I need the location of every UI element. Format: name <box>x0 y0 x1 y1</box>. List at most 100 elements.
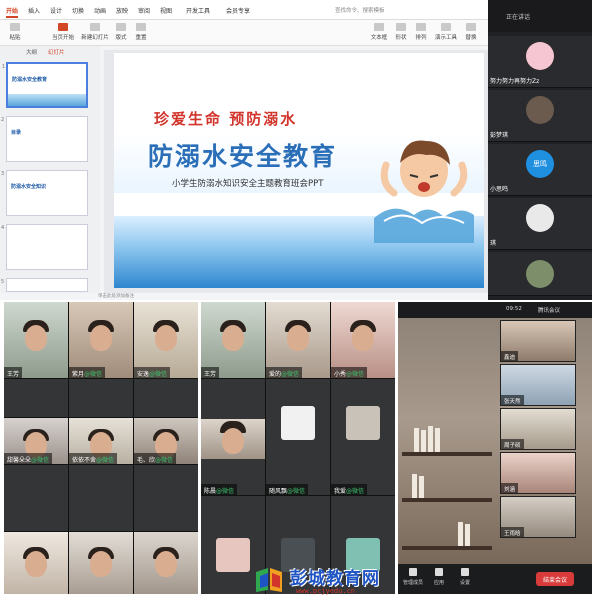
video-tile-label: 我爱@微信 <box>331 484 368 495</box>
textbox-button[interactable]: 文本框 <box>368 23 390 43</box>
play-from-current-button[interactable]: 当页开始 <box>48 23 78 43</box>
avatar <box>526 96 554 124</box>
video-tile-label: 刘涵 <box>501 483 519 493</box>
video-tile[interactable] <box>69 532 133 594</box>
replace-button[interactable]: 替换 <box>462 23 480 43</box>
watermark-url: www.pcjyedu.cn <box>296 587 356 595</box>
participant-tile[interactable] <box>488 252 592 296</box>
video-tile[interactable]: 张天然 <box>500 364 576 406</box>
avatar <box>216 537 250 572</box>
tab-outline[interactable]: 大纲 <box>26 48 37 56</box>
slide-thumbnail-4[interactable]: 4 <box>1 224 88 270</box>
video-tile[interactable]: 爱的@微信 <box>266 302 330 378</box>
meeting-topbar: 09:52 腾讯会议 <box>398 302 592 318</box>
shape-button[interactable]: 形状 <box>392 23 410 43</box>
slide-subtitle: 珍爱生命 预防溺水 <box>154 110 298 128</box>
menu-item-home[interactable]: 开始 <box>6 6 19 18</box>
presentation-tools-button[interactable]: 演示工具 <box>432 23 460 43</box>
video-tile[interactable]: 周子硕 <box>500 408 576 450</box>
reset-button[interactable]: 重置 <box>132 23 150 43</box>
menu-item-insert[interactable]: 插入 <box>28 6 40 15</box>
avatar <box>346 406 380 441</box>
play-icon <box>58 23 68 31</box>
video-tile[interactable]: 刘涵 <box>500 452 576 494</box>
paste-button[interactable]: 粘贴 <box>4 23 26 43</box>
video-tile[interactable] <box>134 532 198 594</box>
participant-tile[interactable]: 思鸣 小思鸣 <box>488 144 592 196</box>
arrange-icon <box>416 23 426 31</box>
participant-tile[interactable]: 努力努力再努力Zz <box>488 36 592 88</box>
avatar <box>526 42 554 70</box>
participant-tile[interactable]: 琪 <box>488 198 592 250</box>
site-watermark: 彭城教育网 www.pcjyedu.cn <box>254 560 424 600</box>
avatar <box>526 204 554 232</box>
slide-thumbnail-2[interactable]: 2 目录 <box>1 116 88 162</box>
video-tile[interactable] <box>4 532 68 594</box>
video-tile[interactable]: 依依不舍@微信 <box>69 418 133 464</box>
video-tile[interactable]: 随风飘@微信 <box>266 379 330 495</box>
menu-item-animation[interactable]: 动画 <box>94 6 106 15</box>
menu-item-transition[interactable]: 切换 <box>72 6 84 15</box>
command-search-input[interactable]: 查找命令、搜索模板 <box>335 4 395 15</box>
notes-bar[interactable]: 单击此处添加备注 <box>0 293 488 300</box>
new-slide-button[interactable]: 新建幻灯片 <box>80 23 110 43</box>
video-tile-label: 依依不舍@微信 <box>69 453 118 464</box>
video-grid-middle: 王芳 爱的@微信 小秀@微信 陈晨@微信 随风飘@微信 我爱@微信 <box>201 302 395 594</box>
thumbnail-wave-graphic <box>8 94 86 106</box>
slide-caption: 小学生防溺水知识安全主题教育班会PPT <box>172 179 324 189</box>
video-tile[interactable]: 小秀@微信 <box>331 302 395 378</box>
tools-icon <box>441 23 451 31</box>
menu-item-developer[interactable]: 开发工具 <box>186 6 210 15</box>
video-tile-label: 小秀@微信 <box>331 367 368 378</box>
video-tile[interactable]: 我爱@微信 <box>331 379 395 495</box>
slide-title: 防溺水安全教育 <box>148 142 338 171</box>
video-tile[interactable]: 王芳 <box>4 302 68 378</box>
video-tile-empty <box>134 465 198 531</box>
slide-thumbnail-5[interactable]: 5 <box>1 278 88 292</box>
layout-icon <box>116 23 126 31</box>
slide-thumbnail-1[interactable]: 1 防溺水安全教育 <box>2 62 88 108</box>
apps-button[interactable]: 应用 <box>428 568 450 586</box>
video-tile-empty <box>4 379 68 417</box>
arrange-button[interactable]: 排列 <box>412 23 430 43</box>
slide-editing-area[interactable]: 珍爱生命 预防溺水 防溺水安全教育 小学生防溺水知识安全主题教育班会PPT <box>104 50 488 293</box>
slide-thumbnail-3[interactable]: 3 防溺水安全知识 <box>1 170 88 216</box>
end-meeting-button[interactable]: 结束会议 <box>536 572 574 586</box>
participant-tile[interactable]: 彭梦琪 <box>488 90 592 142</box>
reset-icon <box>136 23 146 31</box>
video-tile-label: 王芳 <box>201 367 220 378</box>
avatar: 思鸣 <box>526 150 554 178</box>
menu-item-slideshow[interactable]: 放映 <box>116 6 128 15</box>
slide-thumbnail-pane[interactable]: 1 防溺水安全教育 2 目录 3 防溺水安全知识 4 5 <box>0 58 100 293</box>
shape-icon <box>396 23 406 31</box>
video-tile[interactable]: 王芳 <box>201 302 265 378</box>
layout-button[interactable]: 版式 <box>112 23 130 43</box>
menu-item-review[interactable]: 审阅 <box>138 6 150 15</box>
video-tile[interactable]: 甜馨朵朵@微信 <box>4 418 68 464</box>
video-tile-label: 鑫迪 <box>501 351 519 361</box>
participant-strip-header: 正在讲话 <box>488 0 592 32</box>
video-tile[interactable]: 王雨晗 <box>500 496 576 538</box>
video-tile[interactable]: 毛、欣@微信 <box>134 418 198 464</box>
video-tile-label: 甜馨朵朵@微信 <box>4 453 53 464</box>
tab-slides[interactable]: 幻灯片 <box>48 48 65 56</box>
new-slide-icon <box>90 23 100 31</box>
video-tile-label: 周子硕 <box>501 439 524 449</box>
time-label: 09:52 <box>506 306 522 312</box>
ribbon-toolbar: 粘贴 当页开始 新建幻灯片 版式 重置 文本框 形状 排列 演示工具 替换 <box>0 20 488 46</box>
video-tile[interactable]: 陈晨@微信 <box>201 379 265 495</box>
menu-item-design[interactable]: 设计 <box>50 6 62 15</box>
video-tile[interactable]: 安逸@微信 <box>134 302 198 378</box>
speaking-label: 正在讲话 <box>506 14 531 21</box>
gear-icon <box>461 568 469 576</box>
current-slide[interactable]: 珍爱生命 预防溺水 防溺水安全教育 小学生防溺水知识安全主题教育班会PPT <box>114 53 484 288</box>
video-tile-label: 随风飘@微信 <box>266 484 309 495</box>
menu-item-member[interactable]: 会员专享 <box>226 6 250 15</box>
book-logo-icon <box>256 568 282 592</box>
settings-button[interactable]: 设置 <box>454 568 476 586</box>
avatar <box>526 260 554 288</box>
video-tile[interactable]: 紫月@微信 <box>69 302 133 378</box>
menu-item-view[interactable]: 视图 <box>160 6 172 15</box>
watermark-brand: 彭城教育网 <box>290 569 380 589</box>
video-tile[interactable]: 鑫迪 <box>500 320 576 362</box>
